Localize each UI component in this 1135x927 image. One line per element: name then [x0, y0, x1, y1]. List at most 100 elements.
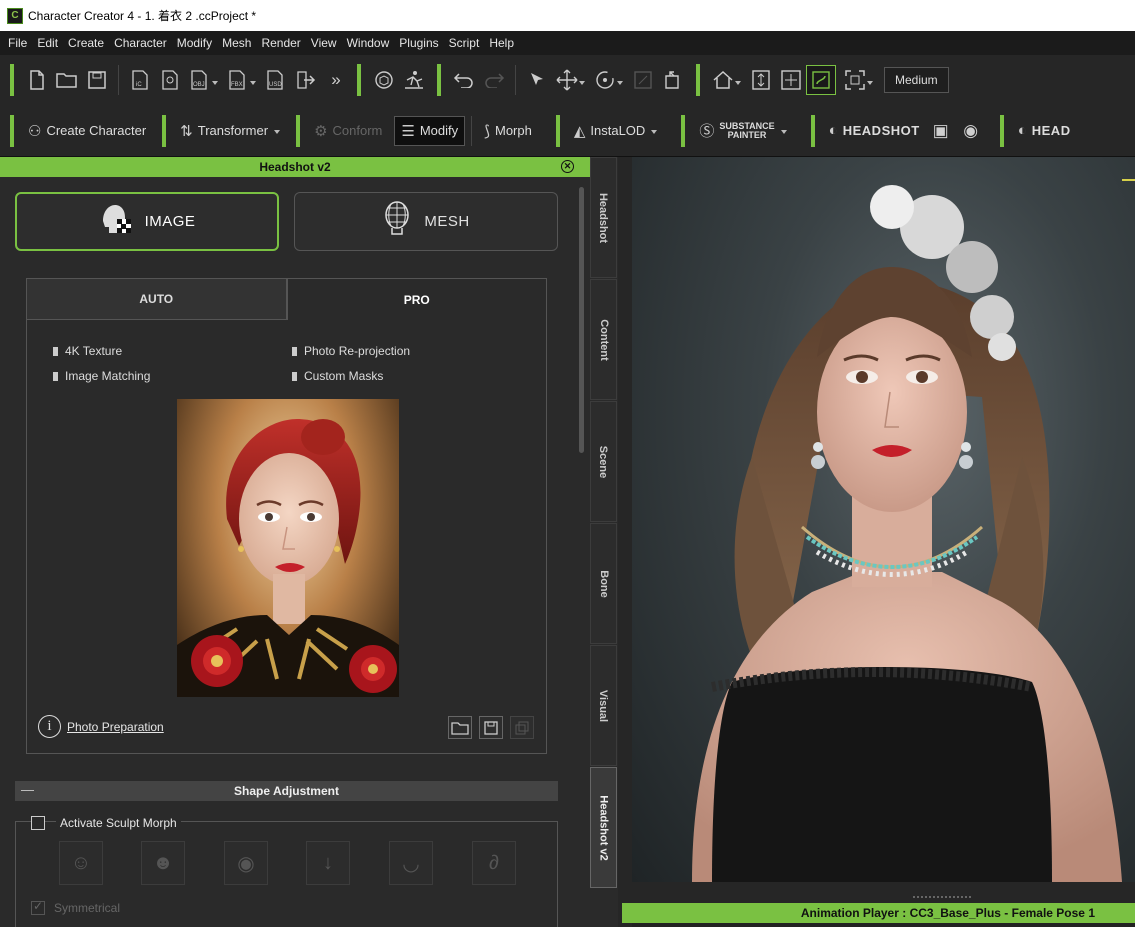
menu-script[interactable]: Script — [444, 36, 485, 50]
photo-preparation-link[interactable]: Photo Preparation — [67, 720, 164, 734]
ear-region-icon[interactable]: ∂ — [472, 841, 516, 885]
bullet-icon — [292, 371, 297, 381]
headshot-button[interactable]: ◐ HEADSHOT — [823, 116, 926, 146]
pose-icon[interactable] — [399, 65, 429, 95]
menu-help[interactable]: Help — [484, 36, 519, 50]
menu-view[interactable]: View — [306, 36, 342, 50]
resize-grip[interactable] — [913, 896, 971, 899]
home-view-icon[interactable] — [708, 65, 741, 95]
select-arrow-icon[interactable] — [522, 65, 552, 95]
import-character-icon[interactable] — [155, 65, 185, 95]
fit-all-icon[interactable] — [776, 65, 806, 95]
panel-scroll-thumb[interactable] — [579, 187, 584, 453]
nose-region-icon[interactable]: ↓ — [306, 841, 350, 885]
create-character-button[interactable]: ⚇ Create Character — [22, 116, 152, 146]
symmetrical-checkbox[interactable] — [31, 899, 45, 915]
side-tab-headshot-v2[interactable]: Headshot v2 — [590, 767, 617, 888]
collapse-icon[interactable]: — — [21, 782, 34, 797]
export-usd-icon[interactable]: USD — [261, 65, 291, 95]
side-tab-scene[interactable]: Scene — [590, 401, 617, 522]
3d-viewport[interactable] — [632, 157, 1135, 882]
substance-label: SUBSTANCE PAINTER — [719, 120, 775, 140]
instalod-button[interactable]: ◭ InstaLOD — [568, 116, 663, 146]
undo-icon[interactable] — [449, 65, 479, 95]
morph-button[interactable]: ⟆ Morph — [478, 116, 538, 146]
chevron-down-icon — [780, 130, 787, 137]
toolbar-group-marker — [357, 64, 361, 96]
load-photo-icon[interactable] — [448, 716, 472, 739]
save-photo-icon[interactable] — [479, 716, 503, 739]
swap-photo-icon[interactable] — [510, 716, 534, 739]
menu-window[interactable]: Window — [342, 36, 395, 50]
export-icon[interactable] — [291, 65, 321, 95]
move-icon[interactable] — [552, 65, 585, 95]
shape-adjustment-header[interactable]: — Shape Adjustment — [15, 781, 558, 801]
transformer-button[interactable]: ⇅ Transformer — [174, 116, 286, 146]
close-icon[interactable]: ✕ — [561, 160, 574, 173]
mesh-mode-button[interactable]: MESH — [294, 192, 558, 251]
side-tab-bone[interactable]: Bone — [590, 523, 617, 644]
reference-portrait-photo[interactable] — [177, 399, 399, 697]
side-tab-headshot[interactable]: Headshot — [590, 157, 617, 278]
transformer-icon: ⇅ — [180, 122, 193, 140]
panel-splitter[interactable] — [618, 157, 632, 927]
frame-selected-icon[interactable] — [840, 65, 873, 95]
quality-dropdown[interactable]: Medium — [884, 67, 949, 93]
fit-height-icon[interactable] — [746, 65, 776, 95]
menu-character[interactable]: Character — [109, 36, 172, 50]
scale-icon[interactable] — [628, 65, 658, 95]
headshot-logo-icon: ◐ — [1017, 122, 1027, 139]
material-ball-icon[interactable] — [369, 65, 399, 95]
redo-icon[interactable] — [479, 65, 509, 95]
toolbar-group-marker — [10, 114, 14, 147]
headshot2-button[interactable]: ◐ HEAD — [1012, 116, 1077, 146]
head-profile-icon[interactable]: ◉ — [956, 116, 986, 146]
menu-edit[interactable]: Edit — [32, 36, 63, 50]
face-region-icon[interactable]: ☻ — [141, 841, 185, 885]
menu-file[interactable]: File — [3, 36, 32, 50]
eye-region-icon[interactable]: ◉ — [224, 841, 268, 885]
activate-sculpt-checkbox[interactable] — [31, 816, 45, 830]
morph-label: Morph — [494, 123, 532, 138]
menu-modify[interactable]: Modify — [172, 36, 217, 50]
info-icon[interactable]: i — [38, 715, 61, 738]
align-icon[interactable] — [658, 65, 688, 95]
head-region-icon[interactable]: ☺ — [59, 841, 103, 885]
menu-render[interactable]: Render — [256, 36, 305, 50]
side-tab-visual[interactable]: Visual — [590, 645, 617, 766]
rotate-icon[interactable] — [590, 65, 623, 95]
sliders-icon: ☰ — [401, 122, 415, 140]
animation-player-bar[interactable]: Animation Player : CC3_Base_Plus - Femal… — [622, 903, 1135, 923]
open-folder-icon[interactable] — [52, 65, 82, 95]
menu-mesh[interactable]: Mesh — [217, 36, 256, 50]
pick-parent-icon[interactable] — [806, 65, 836, 95]
toolbar-group-marker — [555, 114, 560, 147]
conform-button[interactable]: ⚙ Conform — [308, 116, 388, 146]
image-head-icon — [99, 201, 133, 242]
modify-button[interactable]: ☰ Modify — [394, 115, 466, 146]
head-mesh-icon[interactable]: ▣ — [926, 116, 956, 146]
toolbar-group-marker — [696, 64, 700, 96]
toolbar-separator — [471, 115, 473, 146]
mouth-region-icon[interactable]: ◡ — [389, 841, 433, 885]
headshot-panel: Headshot v2 ✕ IMAGE MESH AUTO PRO 4K Tex… — [0, 157, 590, 927]
save-icon[interactable] — [82, 65, 112, 95]
menu-plugins[interactable]: Plugins — [394, 36, 443, 50]
export-fbx-icon[interactable]: FBX — [223, 65, 256, 95]
import-obj-icon[interactable]: OBJ — [185, 65, 218, 95]
headshot-logo-icon: ◐ — [828, 122, 838, 139]
substance-painter-button[interactable]: Ⓢ SUBSTANCE PAINTER — [693, 116, 792, 146]
substance-icon: Ⓢ — [699, 123, 715, 140]
tab-pro[interactable]: PRO — [286, 278, 547, 320]
side-tab-strip: Headshot Content Scene Bone Visual Heads… — [590, 157, 618, 927]
image-mode-button[interactable]: IMAGE — [15, 192, 279, 251]
import-ic-icon[interactable]: iC — [125, 65, 155, 95]
menu-create[interactable]: Create — [63, 36, 109, 50]
toolbar-group-marker — [681, 114, 686, 147]
side-tab-content[interactable]: Content — [590, 279, 617, 400]
toolbar-group-marker — [810, 114, 815, 147]
more-chevron-icon[interactable]: » — [321, 65, 351, 95]
new-file-icon[interactable] — [22, 65, 52, 95]
tab-auto[interactable]: AUTO — [26, 278, 287, 320]
chevron-down-icon — [274, 130, 281, 137]
